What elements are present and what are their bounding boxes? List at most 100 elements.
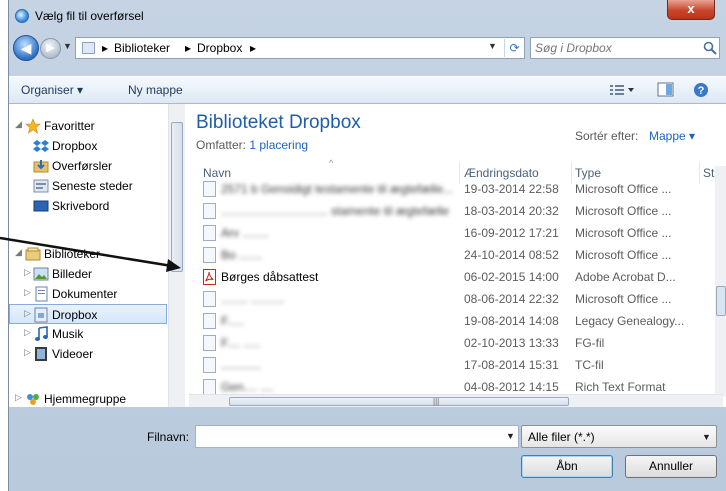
- filename-input[interactable]: [196, 426, 496, 446]
- file-name: ........ ..........: [221, 292, 285, 306]
- document-file-icon: [203, 335, 216, 351]
- file-name: F.....: [221, 314, 244, 328]
- file-name: Bo .......: [221, 248, 263, 262]
- expand-arrow-icon[interactable]: ▷: [24, 267, 31, 278]
- refresh-icon[interactable]: ⟳: [504, 39, 524, 57]
- expand-arrow-icon[interactable]: ▷: [24, 308, 31, 319]
- scrollbar-thumb[interactable]: |||: [229, 397, 569, 406]
- scrollbar-thumb[interactable]: [171, 122, 183, 272]
- breadcrumb-libraries[interactable]: Biblioteker: [114, 41, 170, 55]
- nav-homegroup[interactable]: ▷ Hjemmegruppe: [9, 389, 167, 409]
- file-date: 17-08-2014 15:31: [464, 358, 559, 372]
- help-icon[interactable]: ?: [693, 82, 709, 98]
- file-row[interactable]: F..... 19-08-2014 14:08 Legacy Genealogy..…: [189, 310, 709, 332]
- search-box[interactable]: [530, 37, 720, 59]
- library-folder-icon: [82, 42, 95, 54]
- preview-pane-icon[interactable]: [657, 82, 675, 98]
- file-type: Rich Text Format: [575, 380, 666, 394]
- file-row[interactable]: F.... ..... 02-10-2013 13:33 FG-fil: [189, 332, 709, 354]
- nav-label: Seneste steder: [52, 179, 133, 193]
- expand-arrow-icon[interactable]: ▷: [24, 327, 31, 338]
- new-folder-button[interactable]: Ny mappe: [128, 83, 183, 97]
- file-name: Børges dåbsattest: [221, 270, 319, 284]
- nav-favorite-recent-places[interactable]: Seneste steder: [9, 176, 167, 196]
- breadcrumb-dropbox[interactable]: Dropbox: [197, 41, 242, 55]
- file-date: 24-10-2014 08:52: [464, 248, 559, 262]
- document-file-icon: [203, 379, 216, 395]
- scrollbar-thumb[interactable]: [716, 286, 726, 316]
- nav-label: Billeder: [52, 267, 93, 281]
- nav-favorite-dropbox[interactable]: Dropbox: [9, 136, 167, 156]
- address-row: ◀ ▶ ▼ ▸ Biblioteker ▸ Dropbox ▸ ▼ ⟳: [9, 32, 726, 64]
- file-row[interactable]: ............ 17-08-2014 15:31 TC-fil: [189, 354, 709, 376]
- videos-icon: [35, 347, 47, 361]
- file-type: Microsoft Office ...: [575, 204, 672, 218]
- file-type-select[interactable]: Alle filer (*.*) ▼: [521, 425, 717, 448]
- cancel-button[interactable]: Annuller: [625, 455, 717, 478]
- filename-field[interactable]: ▼: [195, 425, 519, 448]
- navpane-scrollbar[interactable]: [168, 104, 185, 407]
- document-file-icon: [203, 313, 216, 329]
- file-row[interactable]: Børges dåbsattest 06-02-2015 14:00 Adobe A…: [189, 266, 709, 288]
- command-bar: Organiser ▾ Ny mappe ?: [9, 76, 726, 104]
- recent-pages-dropdown[interactable]: ▼: [63, 41, 72, 51]
- dialog-footer: Filnavn: ▼ Alle filer (*.*) ▼ Åbn Annull…: [9, 407, 726, 491]
- organize-button[interactable]: Organiser ▾: [21, 83, 83, 97]
- file-type-value: Alle filer (*.*): [528, 430, 595, 444]
- pictures-icon: [33, 267, 49, 281]
- file-row[interactable]: 2571 b Gensidigt testamente til ægtefæll…: [189, 178, 709, 200]
- sort-dropdown[interactable]: Mappe ▾: [649, 129, 695, 143]
- forward-button[interactable]: ▶: [40, 38, 61, 59]
- search-icon[interactable]: [702, 40, 718, 56]
- nav-library-dropbox[interactable]: ▷ Dropbox: [9, 304, 167, 324]
- expand-arrow-icon[interactable]: ▷: [15, 392, 22, 403]
- nav-favorite-desktop[interactable]: Skrivebord: [9, 196, 167, 216]
- sort-arrow-icon: ^: [329, 158, 334, 168]
- expand-arrow-icon[interactable]: ▷: [24, 347, 31, 358]
- nav-library-music[interactable]: ▷ Musik: [9, 324, 167, 344]
- breadcrumb-separator-icon[interactable]: ▸: [185, 41, 191, 55]
- nav-library-documents[interactable]: ▷ Dokumenter: [9, 284, 167, 304]
- file-list-scrollbar[interactable]: [715, 166, 726, 397]
- filename-dropdown-icon[interactable]: ▼: [506, 431, 515, 441]
- nav-library-videos[interactable]: ▷ Videoer: [9, 344, 167, 364]
- homegroup-icon: [27, 394, 39, 405]
- file-type: FG-fil: [575, 336, 605, 350]
- file-list-pane: Biblioteket Dropbox Omfatter: 1 placerin…: [189, 104, 726, 407]
- file-row[interactable]: Arv ........ 16-09-2012 17:21 Microsoft Of…: [189, 222, 709, 244]
- file-row[interactable]: ................................ stament…: [189, 200, 709, 222]
- open-button[interactable]: Åbn: [521, 455, 613, 478]
- breadcrumb-separator-icon[interactable]: ▸: [102, 41, 108, 55]
- nav-favorites[interactable]: ◢ Favoritter: [9, 116, 167, 136]
- horizontal-scrollbar[interactable]: |||: [189, 394, 723, 407]
- file-row[interactable]: ........ .......... 08-06-2014 22:32 Micro…: [189, 288, 709, 310]
- file-type: Microsoft Office ...: [575, 182, 672, 196]
- sort-label: Sortér efter:: [575, 129, 639, 143]
- star-icon: [25, 118, 41, 134]
- breadcrumb-separator-icon[interactable]: ▸: [250, 41, 256, 55]
- view-options-icon[interactable]: [609, 82, 635, 98]
- collapse-arrow-icon[interactable]: ◢: [15, 247, 22, 258]
- file-name: ............: [221, 358, 262, 372]
- file-row[interactable]: Bo ....... 24-10-2014 08:52 Microsoft Offi…: [189, 244, 709, 266]
- address-bar[interactable]: ▸ Biblioteker ▸ Dropbox ▸ ▼ ⟳: [75, 37, 525, 59]
- navigation-pane: ◢ Favoritter Dropbox Overførsler Seneste…: [9, 104, 185, 407]
- dropbox-library-icon: [34, 307, 48, 323]
- address-dropdown-icon[interactable]: ▼: [488, 41, 497, 51]
- document-file-icon: [203, 181, 216, 197]
- collapse-arrow-icon[interactable]: ◢: [15, 119, 22, 130]
- nav-libraries[interactable]: ◢ Biblioteker: [9, 244, 167, 264]
- libraries-icon: [25, 247, 41, 261]
- nav-favorite-downloads[interactable]: Overførsler: [9, 156, 167, 176]
- back-button[interactable]: ◀: [13, 35, 39, 61]
- nav-library-pictures[interactable]: ▷ Billeder: [9, 264, 167, 284]
- pdf-file-icon: [203, 269, 216, 285]
- file-date: 08-06-2014 22:32: [464, 292, 559, 306]
- expand-arrow-icon[interactable]: ▷: [24, 287, 31, 298]
- search-input[interactable]: [535, 40, 695, 56]
- title-bar[interactable]: Vælg fil til overførsel x: [9, 0, 726, 30]
- file-name: Arv ........: [221, 226, 270, 240]
- dropbox-icon: [33, 140, 49, 152]
- close-button[interactable]: x: [667, 0, 715, 20]
- includes-link[interactable]: 1 placering: [249, 138, 308, 152]
